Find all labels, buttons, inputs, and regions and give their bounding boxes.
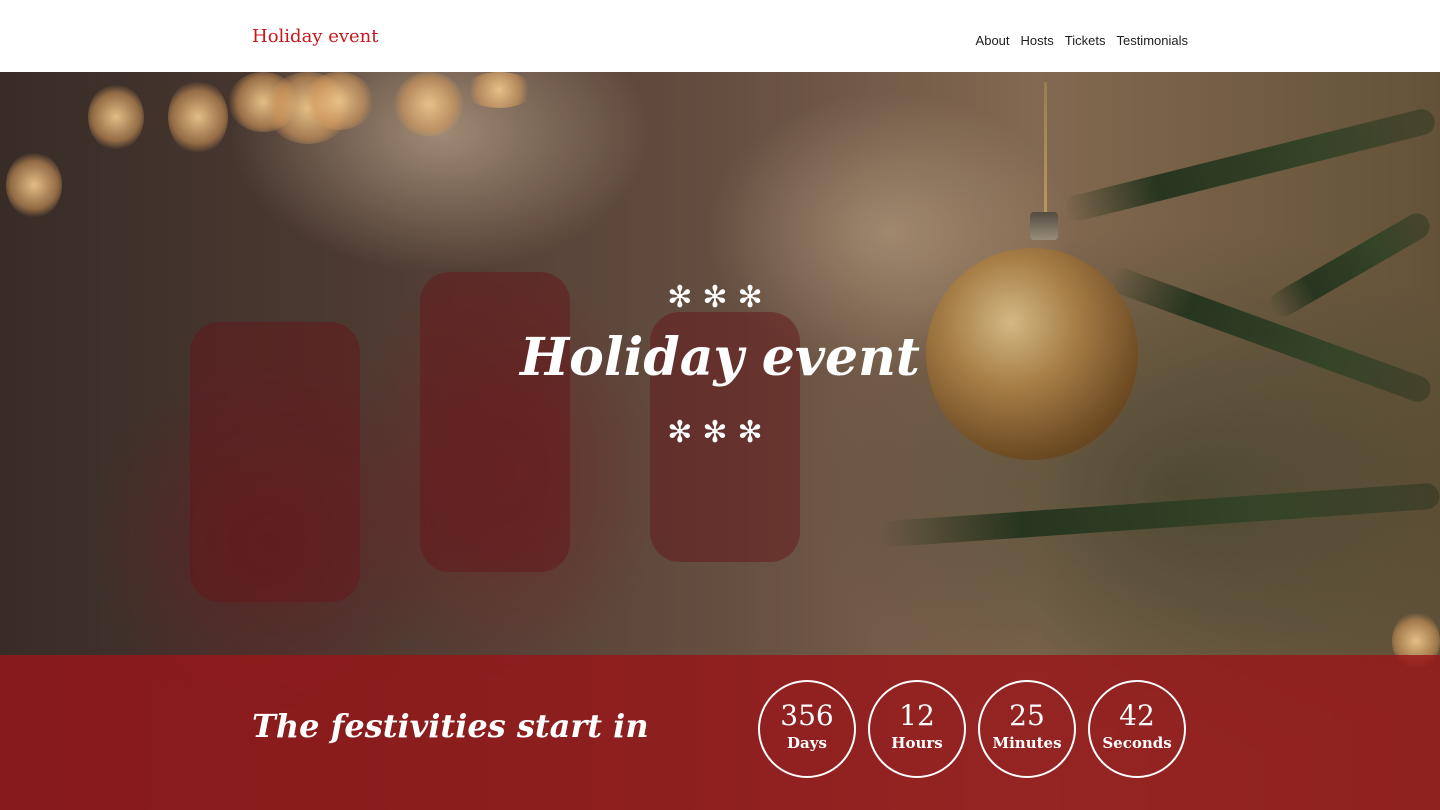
hero-title: Holiday event xyxy=(520,327,920,388)
hero-star-decoration-top: ✻✻✻ xyxy=(667,280,773,315)
nav-link-about[interactable]: About xyxy=(976,33,1010,48)
brand-logo-link[interactable]: Holiday event xyxy=(252,26,379,47)
top-navbar: Holiday event About Hosts Tickets Testim… xyxy=(0,0,1440,72)
countdown-seconds: 42 Seconds xyxy=(1088,680,1186,778)
countdown-days-label: Days xyxy=(787,734,827,752)
countdown-seconds-label: Seconds xyxy=(1102,734,1172,752)
countdown-hours-value: 12 xyxy=(899,699,935,732)
nav-link-hosts[interactable]: Hosts xyxy=(1021,33,1054,48)
countdown-minutes: 25 Minutes xyxy=(978,680,1076,778)
main-nav: About Hosts Tickets Testimonials xyxy=(976,33,1188,48)
countdown-band: The festivities start in 356 Days 12 Hou… xyxy=(0,655,1440,810)
countdown-hours-label: Hours xyxy=(891,734,943,752)
countdown-headline: The festivities start in xyxy=(252,707,649,745)
nav-link-tickets[interactable]: Tickets xyxy=(1065,33,1106,48)
countdown-hours: 12 Hours xyxy=(868,680,966,778)
countdown-days: 356 Days xyxy=(758,680,856,778)
hero-star-decoration-bottom: ✻✻✻ xyxy=(667,415,773,450)
countdown-seconds-value: 42 xyxy=(1119,699,1155,732)
countdown-minutes-value: 25 xyxy=(1009,699,1045,732)
nav-link-testimonials[interactable]: Testimonials xyxy=(1116,33,1188,48)
countdown-minutes-label: Minutes xyxy=(992,734,1062,752)
countdown-days-value: 356 xyxy=(780,699,834,732)
